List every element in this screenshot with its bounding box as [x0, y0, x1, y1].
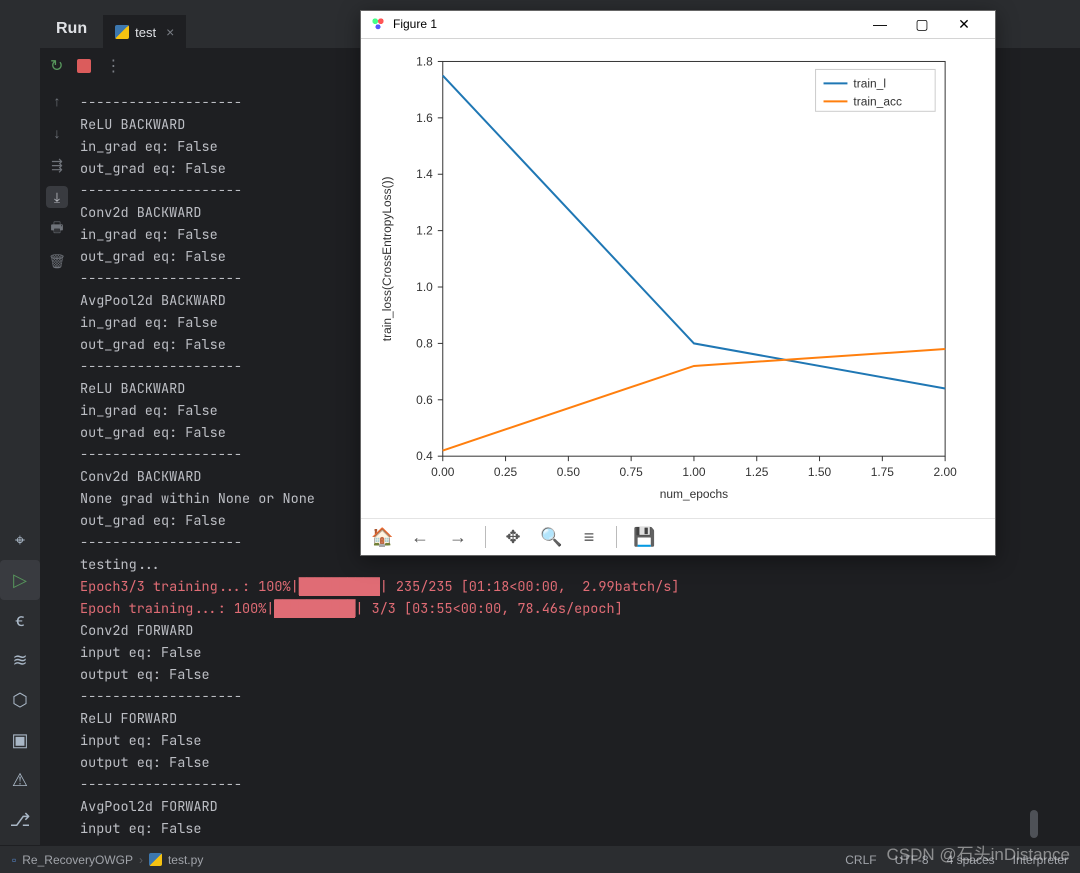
tab-label: test — [135, 25, 156, 40]
services-icon[interactable]: ⬡ — [0, 680, 40, 720]
run-controls: ↻ ⋮ — [40, 48, 121, 84]
figure-titlebar[interactable]: Figure 1 — ▢ ✕ — [361, 11, 995, 39]
soft-wrap-icon[interactable]: ⇶ — [46, 154, 68, 176]
console-scrollbar[interactable] — [1026, 90, 1038, 837]
figure-title: Figure 1 — [393, 17, 437, 31]
python-file-icon — [115, 25, 129, 39]
vcs-icon[interactable]: ⎇ — [0, 800, 40, 840]
forward-icon[interactable]: → — [447, 527, 469, 548]
svg-text:1.00: 1.00 — [682, 465, 706, 479]
scroll-to-end-icon[interactable]: ⤓ — [46, 186, 68, 208]
svg-text:2.00: 2.00 — [933, 465, 957, 479]
debug-icon[interactable]: ⌖ — [0, 520, 40, 560]
breadcrumb[interactable]: ▫ Re_RecoveryOWGP › test.py — [12, 853, 203, 867]
matplotlib-icon — [371, 17, 385, 31]
left-tool-strip: ⌖ ▷ ꞓ ≋ ⬡ ▣ ⚠ ⎇ — [0, 0, 40, 873]
svg-text:train_acc: train_acc — [853, 94, 902, 108]
close-icon[interactable]: × — [166, 24, 174, 40]
step-up-icon[interactable]: ↑ — [46, 90, 68, 112]
svg-text:1.0: 1.0 — [416, 280, 433, 294]
print-icon[interactable]: 🖶 — [46, 218, 68, 240]
svg-text:0.6: 0.6 — [416, 392, 433, 406]
step-down-icon[interactable]: ↓ — [46, 122, 68, 144]
more-icon[interactable]: ⋮ — [105, 56, 121, 76]
svg-text:train_loss(CrossEntropyLoss()): train_loss(CrossEntropyLoss()) — [380, 176, 394, 341]
status-line-ending[interactable]: CRLF — [845, 853, 876, 867]
minimize-button[interactable]: — — [859, 16, 901, 32]
svg-text:1.50: 1.50 — [808, 465, 832, 479]
figure-toolbar: 🏠 ← → ✥ 🔍 ≡ 💾 — [361, 518, 995, 555]
svg-text:1.2: 1.2 — [416, 223, 433, 237]
home-icon[interactable]: 🏠 — [371, 527, 393, 548]
python-console-icon[interactable]: ꞓ — [0, 600, 40, 640]
rerun-icon[interactable]: ↻ — [50, 56, 63, 76]
svg-text:1.6: 1.6 — [416, 110, 433, 124]
layers-icon[interactable]: ≋ — [0, 640, 40, 680]
svg-text:0.25: 0.25 — [494, 465, 518, 479]
plot-canvas[interactable]: 0.00 0.25 0.50 0.75 1.00 1.25 1.50 1.75 2.00 0.4 0… — [361, 39, 995, 518]
toolbar-divider — [485, 526, 486, 548]
breadcrumb-project[interactable]: Re_RecoveryOWGP — [22, 853, 133, 867]
scrollbar-thumb[interactable] — [1030, 810, 1038, 838]
breadcrumb-file[interactable]: test.py — [168, 853, 203, 867]
warning-icon[interactable]: ⚠ — [0, 760, 40, 800]
svg-text:1.8: 1.8 — [416, 54, 433, 68]
pan-icon[interactable]: ✥ — [502, 527, 524, 548]
zoom-icon[interactable]: 🔍 — [540, 527, 562, 548]
tab-test[interactable]: test × — [103, 15, 186, 48]
console-side-toolbar: ↑ ↓ ⇶ ⤓ 🖶 🗑 — [40, 84, 74, 272]
chart-svg: 0.00 0.25 0.50 0.75 1.00 1.25 1.50 1.75 2.00 0.4 0… — [371, 49, 985, 518]
maximize-button[interactable]: ▢ — [901, 16, 943, 33]
watermark-text: CSDN @石头inDistance — [886, 840, 1070, 865]
trash-icon[interactable]: 🗑 — [46, 250, 68, 272]
svg-text:1.75: 1.75 — [871, 465, 895, 479]
svg-text:0.4: 0.4 — [416, 449, 433, 463]
close-button[interactable]: ✕ — [943, 16, 985, 33]
svg-text:train_l: train_l — [853, 76, 886, 90]
configure-icon[interactable]: ≡ — [578, 527, 600, 548]
svg-text:0.75: 0.75 — [620, 465, 644, 479]
svg-text:0.8: 0.8 — [416, 336, 433, 350]
svg-text:0.50: 0.50 — [557, 465, 581, 479]
svg-text:0.00: 0.00 — [431, 465, 455, 479]
figure-window[interactable]: Figure 1 — ▢ ✕ 0.00 0.25 0.50 0.75 1.00 1.25 1… — [360, 10, 996, 556]
python-file-icon — [149, 853, 162, 866]
back-icon[interactable]: ← — [409, 527, 431, 548]
run-icon[interactable]: ▷ — [0, 560, 40, 600]
run-tool-label: Run — [40, 20, 103, 48]
terminal-icon[interactable]: ▣ — [0, 720, 40, 760]
svg-text:1.4: 1.4 — [416, 167, 433, 181]
toolbar-divider — [616, 526, 617, 548]
save-icon[interactable]: 💾 — [633, 527, 655, 548]
svg-text:num_epochs: num_epochs — [660, 487, 728, 501]
svg-text:1.25: 1.25 — [745, 465, 769, 479]
stop-icon[interactable] — [77, 59, 91, 73]
